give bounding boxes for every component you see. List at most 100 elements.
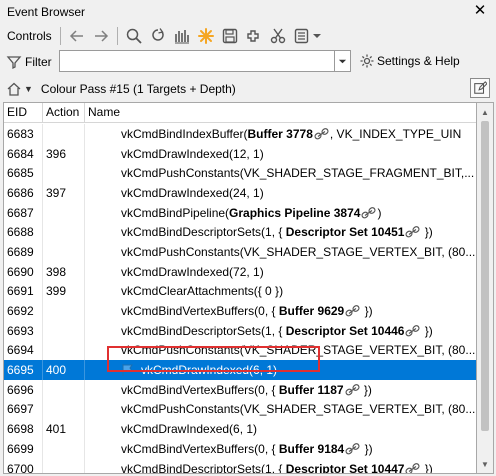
event-name-text: }) xyxy=(421,225,433,240)
table-row[interactable]: 6686 397 vkCmdDrawIndexed(24, 1) xyxy=(4,183,476,203)
table-row[interactable]: 6700 vkCmdBindDescriptorSets(1, { Descrip… xyxy=(4,458,476,474)
action-cell xyxy=(43,242,85,262)
link-icon[interactable] xyxy=(344,305,361,317)
breadcrumb-item[interactable]: Colour Pass #15 (1 Targets + Depth) xyxy=(41,82,236,96)
table-row[interactable]: 6697 vkCmdPushConstants(VK_SHADER_STAGE_V… xyxy=(4,399,476,420)
toolbar-separator xyxy=(116,27,118,45)
action-cell xyxy=(43,202,85,223)
table-row[interactable]: 6693 vkCmdBindDescriptorSets(1, { Descrip… xyxy=(4,320,476,341)
event-name-text: vkCmdPushConstants(VK_SHADER_STAGE_VERTE… xyxy=(121,244,476,259)
event-name-text: vkCmdPushConstants(VK_SHADER_STAGE_VERTE… xyxy=(121,402,476,417)
cut-icon[interactable] xyxy=(268,26,288,46)
eid-cell: 6684 xyxy=(4,143,43,164)
resource-link[interactable]: Buffer 9629 xyxy=(279,304,344,318)
controls-label: Controls xyxy=(7,29,52,43)
chevron-down-icon[interactable]: ▼ xyxy=(24,84,33,94)
table-body: 6683 vkCmdBindIndexBuffer(Buffer 3778 , VK… xyxy=(4,124,476,474)
toolbar-separator xyxy=(59,27,61,45)
link-icon[interactable] xyxy=(344,383,361,396)
name-cell: vkCmdPushConstants(VK_SHADER_STAGE_VERTE… xyxy=(85,341,476,361)
scroll-down-icon[interactable]: ▼ xyxy=(477,456,493,472)
back-arrow-icon[interactable] xyxy=(67,26,87,46)
edit-button[interactable] xyxy=(470,78,490,98)
eid-cell: 6686 xyxy=(4,183,43,203)
eid-cell: 6692 xyxy=(4,301,43,321)
eid-cell: 6691 xyxy=(4,281,43,302)
filter-label: Filter xyxy=(25,55,52,69)
link-icon[interactable] xyxy=(360,206,377,219)
table-row[interactable]: 6688 vkCmdBindDescriptorSets(1, { Descrip… xyxy=(4,222,476,243)
export-icon[interactable] xyxy=(244,26,264,46)
name-cell: vkCmdPushConstants(VK_SHADER_STAGE_FRAGM… xyxy=(85,163,476,183)
table-row[interactable]: 6692 vkCmdBindVertexBuffers(0, { Buffer 9… xyxy=(4,301,476,321)
goto-icon[interactable] xyxy=(148,26,168,46)
settings-help-button[interactable]: Settings & Help xyxy=(359,51,460,71)
menu-dropdown-icon[interactable] xyxy=(292,26,326,46)
filter-input[interactable] xyxy=(59,50,335,72)
scroll-up-icon[interactable]: ▲ xyxy=(477,104,493,120)
close-icon[interactable]: ✕ xyxy=(472,3,488,19)
home-icon[interactable] xyxy=(6,81,22,97)
table-row[interactable]: 6699 vkCmdBindVertexBuffers(0, { Buffer 9… xyxy=(4,439,476,459)
link-icon[interactable] xyxy=(404,226,421,238)
eid-cell: 6689 xyxy=(4,242,43,262)
table-row[interactable]: 6690 398 vkCmdDrawIndexed(72, 1) xyxy=(4,261,476,282)
timeline-icon[interactable] xyxy=(172,26,192,46)
link-icon[interactable] xyxy=(313,127,330,140)
event-name-text: }) xyxy=(421,461,433,474)
event-name-text: vkCmdDrawIndexed(12, 1) xyxy=(121,146,264,161)
table-row[interactable]: 6696 vkCmdBindVertexBuffers(0, { Buffer 1… xyxy=(4,379,476,400)
resource-link[interactable]: Buffer 1187 xyxy=(279,383,344,397)
link-icon[interactable] xyxy=(404,462,421,473)
table-row[interactable]: 6689 vkCmdPushConstants(VK_SHADER_STAGE_V… xyxy=(4,242,476,262)
event-name-text: vkCmdPushConstants(VK_SHADER_STAGE_FRAGM… xyxy=(121,166,475,181)
event-name-text: vkCmdBindPipeline( xyxy=(121,205,230,220)
eid-cell: 6698 xyxy=(4,419,43,439)
event-name-text: vkCmdDrawIndexed(24, 1) xyxy=(121,185,264,200)
forward-arrow-icon[interactable] xyxy=(91,26,111,46)
action-cell xyxy=(43,399,85,420)
action-cell: 399 xyxy=(43,281,85,302)
column-header-eid[interactable]: EID xyxy=(4,103,43,122)
name-cell: vkCmdDrawIndexed(6, 1) xyxy=(85,360,476,380)
save-icon[interactable] xyxy=(220,26,240,46)
table-row[interactable]: 6687 vkCmdBindPipeline(Graphics Pipeline … xyxy=(4,202,476,223)
bookmark-star-icon[interactable] xyxy=(196,26,216,46)
breadcrumb: ▼ Colour Pass #15 (1 Targets + Depth) xyxy=(0,78,496,100)
filter-dropdown-button[interactable] xyxy=(335,50,351,72)
resource-link[interactable]: Descriptor Set 10447 xyxy=(286,462,405,473)
action-cell xyxy=(43,163,85,184)
resource-link[interactable]: Descriptor Set 10451 xyxy=(286,225,405,239)
window-title: Event Browser xyxy=(7,5,86,19)
table-row[interactable]: 6694 vkCmdPushConstants(VK_SHADER_STAGE_V… xyxy=(4,340,476,361)
scrollbar-thumb[interactable] xyxy=(481,121,489,431)
table-row[interactable]: 6695 400 vkCmdDrawIndexed(6, 1) xyxy=(4,360,476,380)
eid-cell: 6699 xyxy=(4,439,43,459)
resource-link[interactable]: Descriptor Set 10446 xyxy=(286,324,405,338)
name-cell: vkCmdDrawIndexed(72, 1) xyxy=(85,262,476,282)
table-row[interactable]: 6698 401 vkCmdDrawIndexed(6, 1) xyxy=(4,419,476,439)
event-name-text: vkCmdBindIndexBuffer( xyxy=(121,126,248,141)
link-icon[interactable] xyxy=(404,324,421,337)
name-cell: vkCmdBindIndexBuffer(Buffer 3778 , VK_IND… xyxy=(85,124,476,144)
name-cell: vkCmdBindVertexBuffers(0, { Buffer 9184 … xyxy=(85,439,476,459)
name-cell: vkCmdBindVertexBuffers(0, { Buffer 9629 … xyxy=(85,301,476,321)
resource-link[interactable]: Graphics Pipeline 3874 xyxy=(229,206,360,220)
find-icon[interactable] xyxy=(124,26,144,46)
link-icon[interactable] xyxy=(344,442,361,455)
resource-link[interactable]: Buffer 3778 xyxy=(248,127,313,141)
eid-cell: 6694 xyxy=(4,340,43,361)
eid-cell: 6700 xyxy=(4,458,43,473)
action-cell xyxy=(43,439,85,459)
settings-icon xyxy=(360,54,374,68)
bookmark-flag-icon[interactable] xyxy=(121,363,135,377)
vertical-scrollbar[interactable]: ▲ ▼ xyxy=(477,102,494,474)
resource-link[interactable]: Buffer 9184 xyxy=(279,442,344,456)
column-header-action[interactable]: Action xyxy=(43,103,85,122)
name-cell: vkCmdClearAttachments({ 0 }) xyxy=(85,282,476,302)
table-row[interactable]: 6691 399 vkCmdClearAttachments({ 0 }) xyxy=(4,281,476,302)
column-header-name[interactable]: Name xyxy=(85,103,476,122)
table-row[interactable]: 6685 vkCmdPushConstants(VK_SHADER_STAGE_F… xyxy=(4,163,476,184)
table-row[interactable]: 6683 vkCmdBindIndexBuffer(Buffer 3778 , VK… xyxy=(4,124,476,144)
table-row[interactable]: 6684 396 vkCmdDrawIndexed(12, 1) xyxy=(4,143,476,164)
